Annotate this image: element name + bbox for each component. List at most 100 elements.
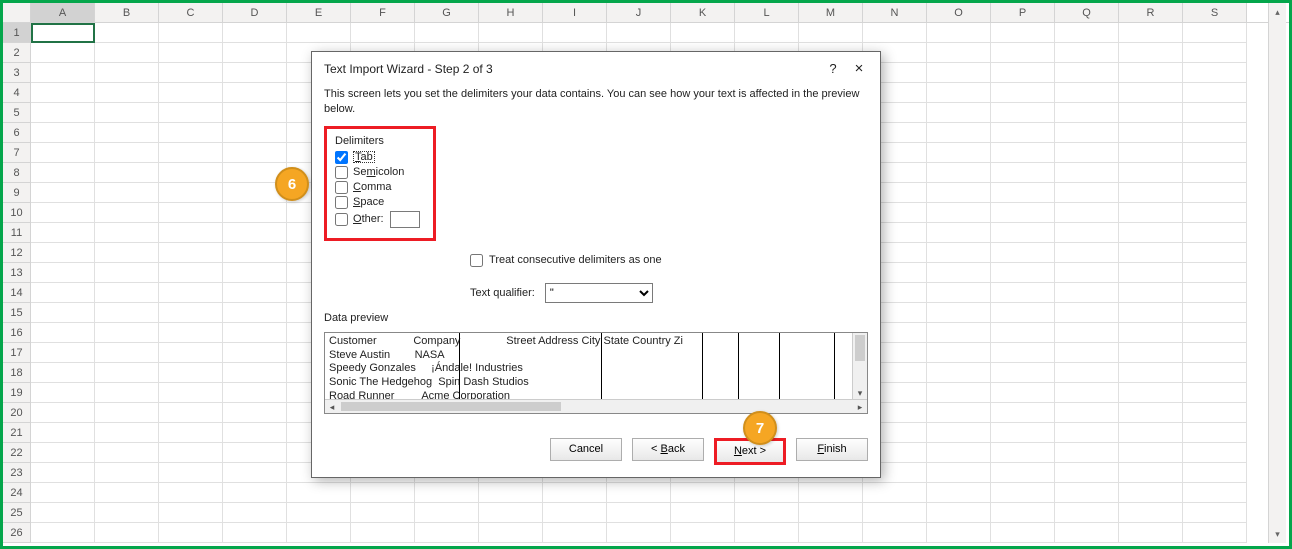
cell[interactable] — [159, 143, 223, 163]
cancel-button[interactable]: Cancel — [550, 438, 622, 461]
cell[interactable] — [927, 343, 991, 363]
cell[interactable] — [671, 503, 735, 523]
row-header[interactable]: 20 — [3, 403, 31, 423]
cell[interactable] — [607, 503, 671, 523]
cell[interactable] — [159, 183, 223, 203]
cell[interactable] — [31, 243, 95, 263]
cell[interactable] — [223, 243, 287, 263]
cell[interactable] — [1055, 303, 1119, 323]
cell[interactable] — [1183, 463, 1247, 483]
cell[interactable] — [991, 23, 1055, 43]
column-header[interactable]: N — [863, 3, 927, 22]
cell[interactable] — [927, 363, 991, 383]
cell[interactable] — [31, 463, 95, 483]
row-header[interactable]: 10 — [3, 203, 31, 223]
cell[interactable] — [991, 383, 1055, 403]
cell[interactable] — [95, 483, 159, 503]
cell[interactable] — [991, 183, 1055, 203]
cell[interactable] — [95, 523, 159, 543]
close-icon[interactable]: × — [846, 60, 872, 77]
cell[interactable] — [159, 223, 223, 243]
cell[interactable] — [479, 503, 543, 523]
cell[interactable] — [31, 343, 95, 363]
cell[interactable] — [159, 323, 223, 343]
cell[interactable] — [351, 483, 415, 503]
cell[interactable] — [1055, 243, 1119, 263]
cell[interactable] — [1055, 423, 1119, 443]
cell[interactable] — [1183, 83, 1247, 103]
cell[interactable] — [95, 343, 159, 363]
cell[interactable] — [991, 483, 1055, 503]
cell[interactable] — [1119, 523, 1183, 543]
cell[interactable] — [1183, 283, 1247, 303]
cell[interactable] — [159, 243, 223, 263]
row-header[interactable]: 7 — [3, 143, 31, 163]
delimiter-comma-checkbox[interactable]: Comma — [335, 181, 425, 194]
scroll-track[interactable] — [1269, 21, 1286, 525]
cell[interactable] — [31, 523, 95, 543]
cell[interactable] — [287, 23, 351, 43]
cell[interactable] — [991, 343, 1055, 363]
cell[interactable] — [1055, 143, 1119, 163]
cell[interactable] — [223, 463, 287, 483]
column-header[interactable]: O — [927, 3, 991, 22]
cell[interactable] — [159, 403, 223, 423]
cell[interactable] — [415, 523, 479, 543]
cell[interactable] — [223, 123, 287, 143]
cell[interactable] — [799, 523, 863, 543]
cell[interactable] — [1055, 283, 1119, 303]
cell[interactable] — [95, 143, 159, 163]
cell[interactable] — [1055, 323, 1119, 343]
scroll-up-icon[interactable]: ▴ — [1269, 3, 1286, 21]
chevron-right-icon[interactable]: ▸ — [853, 400, 867, 413]
cell[interactable] — [223, 363, 287, 383]
cell[interactable] — [927, 443, 991, 463]
cell[interactable] — [927, 503, 991, 523]
cell[interactable] — [1119, 263, 1183, 283]
cell[interactable] — [479, 23, 543, 43]
cell[interactable] — [223, 383, 287, 403]
cell[interactable] — [927, 83, 991, 103]
cell[interactable] — [159, 383, 223, 403]
cell[interactable] — [1055, 183, 1119, 203]
cell[interactable] — [1183, 383, 1247, 403]
cell[interactable] — [223, 443, 287, 463]
cell[interactable] — [927, 243, 991, 263]
column-header[interactable]: D — [223, 3, 287, 22]
cell[interactable] — [1119, 83, 1183, 103]
column-header[interactable]: C — [159, 3, 223, 22]
delimiter-tab-checkbox[interactable]: Tab — [335, 151, 425, 164]
cell[interactable] — [991, 223, 1055, 243]
cell[interactable] — [735, 523, 799, 543]
cell[interactable] — [991, 143, 1055, 163]
cell[interactable] — [415, 483, 479, 503]
cell[interactable] — [1119, 443, 1183, 463]
cell[interactable] — [927, 183, 991, 203]
cell[interactable] — [1183, 203, 1247, 223]
cell[interactable] — [95, 363, 159, 383]
cell[interactable] — [991, 103, 1055, 123]
cell[interactable] — [1055, 43, 1119, 63]
cell[interactable] — [607, 23, 671, 43]
cell[interactable] — [159, 283, 223, 303]
cell[interactable] — [927, 483, 991, 503]
cell[interactable] — [287, 523, 351, 543]
cell[interactable] — [1055, 363, 1119, 383]
cell[interactable] — [1119, 183, 1183, 203]
cell[interactable] — [223, 63, 287, 83]
column-header[interactable]: S — [1183, 3, 1247, 22]
cell[interactable] — [991, 363, 1055, 383]
cell[interactable] — [31, 483, 95, 503]
cell[interactable] — [95, 123, 159, 143]
cell[interactable] — [223, 23, 287, 43]
cell[interactable] — [1119, 363, 1183, 383]
cell[interactable] — [991, 503, 1055, 523]
cell[interactable] — [1055, 223, 1119, 243]
cell[interactable] — [159, 123, 223, 143]
treat-consecutive-checkbox[interactable] — [470, 254, 483, 267]
cell[interactable] — [1119, 63, 1183, 83]
cell[interactable] — [31, 223, 95, 243]
cell[interactable] — [1183, 183, 1247, 203]
cell[interactable] — [159, 343, 223, 363]
cell[interactable] — [1183, 483, 1247, 503]
